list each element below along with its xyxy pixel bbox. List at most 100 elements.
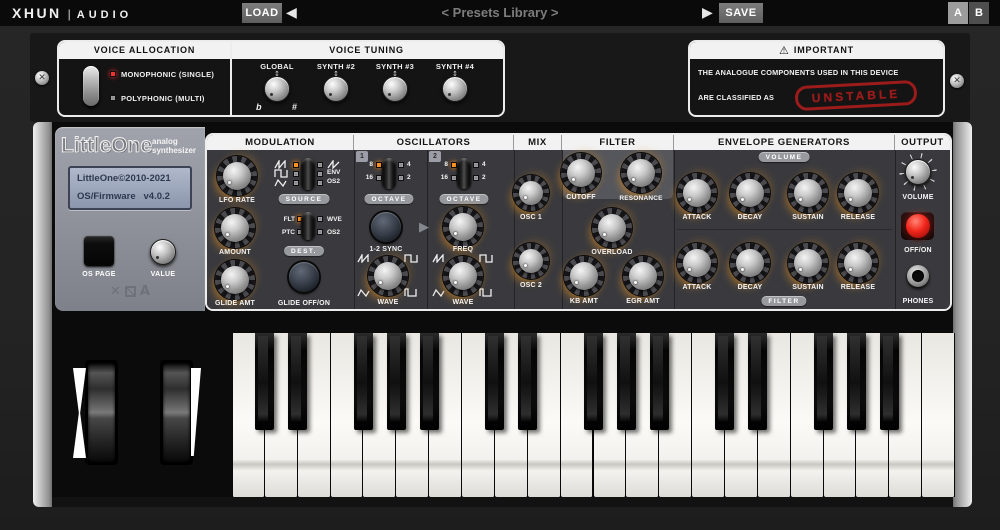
synth4-tune-knob[interactable] — [442, 76, 468, 102]
global-tune-knob[interactable] — [264, 76, 290, 102]
black-key[interactable] — [748, 333, 767, 430]
osc2-wave-knob[interactable] — [443, 256, 483, 296]
glide-onoff-button[interactable] — [289, 262, 319, 292]
lcd-display: LittleOne©2010-2021 OS/Firmware v4.0.2 — [68, 166, 192, 210]
black-key[interactable] — [420, 333, 439, 430]
sync-label: 1-2 SYNC — [369, 246, 402, 253]
preset-title[interactable]: < Presets Library > — [400, 5, 600, 20]
mix-osc1-label: OSC 1 — [520, 214, 542, 221]
compare-b-button[interactable]: B — [969, 2, 989, 24]
osc1-oct8-label: 8 — [359, 161, 373, 168]
black-key[interactable] — [847, 333, 866, 430]
triangle-wave-icon — [273, 178, 289, 187]
plugin-window: XHUN|AUDIO LOAD ◀ < Presets Library > ▶ … — [0, 0, 1000, 530]
square-wave-icon — [273, 169, 289, 178]
prev-preset-icon[interactable]: ◀ — [286, 3, 297, 23]
voice-mode-switch[interactable] — [83, 66, 99, 106]
mix-title: MIX — [514, 135, 562, 150]
mod-source-switch[interactable] — [301, 158, 315, 190]
osc2-wave-label: WAVE — [453, 299, 474, 306]
black-key[interactable] — [518, 333, 537, 430]
value-knob[interactable] — [150, 239, 176, 265]
synth-unit: LittleOne analog synthesizer LittleOne©2… — [33, 122, 972, 507]
mix-osc1-knob[interactable] — [513, 175, 549, 211]
flt-sustain-knob[interactable] — [788, 243, 828, 283]
keyboard — [232, 333, 955, 497]
resonance-knob[interactable] — [621, 153, 661, 193]
mod-amount-knob[interactable] — [215, 208, 255, 248]
cutoff-knob[interactable] — [561, 153, 601, 193]
osc2-oct2-led — [473, 175, 479, 181]
polyphonic-led — [110, 95, 116, 101]
keyboard-shelf — [52, 497, 953, 507]
os-page-button[interactable] — [84, 236, 114, 266]
eg-title: ENVELOPE GENERATORS — [674, 135, 895, 150]
flt-attack-label: ATTACK — [683, 284, 712, 291]
pulse-wave-icon — [479, 288, 493, 297]
white-key[interactable] — [922, 333, 955, 497]
brand-panel: LittleOne analog synthesizer LittleOne©2… — [55, 127, 205, 311]
pitch-wheel[interactable] — [88, 363, 115, 462]
synth2-tune-knob[interactable] — [323, 76, 349, 102]
vol-release-knob[interactable] — [838, 173, 878, 213]
important-line2: ARE CLASSIFIED AS — [698, 93, 774, 102]
black-key[interactable] — [485, 333, 504, 430]
black-key[interactable] — [584, 333, 603, 430]
voice-tuning-title: VOICE TUNING — [230, 42, 503, 59]
monophonic-led — [110, 71, 116, 77]
voice-settings-box: VOICE ALLOCATION VOICE TUNING MONOPHONIC… — [57, 40, 505, 117]
next-preset-icon[interactable]: ▶ — [702, 3, 713, 23]
output-volume-knob[interactable] — [905, 159, 931, 185]
glide-amt-knob[interactable] — [215, 260, 255, 300]
square-wave-icon — [479, 254, 493, 263]
littleone-logo: LittleOne — [61, 134, 152, 158]
osc2-oct16-label: 16 — [430, 174, 448, 181]
overload-knob[interactable] — [592, 208, 632, 248]
mix-osc2-label: OSC 2 — [520, 282, 542, 289]
black-key[interactable] — [387, 333, 406, 430]
saw-wave-icon — [432, 254, 446, 263]
phones-jack[interactable] — [907, 265, 929, 287]
black-key[interactable] — [255, 333, 274, 430]
vol-decay-knob[interactable] — [730, 173, 770, 213]
black-key[interactable] — [650, 333, 669, 430]
osc2-octave-switch[interactable] — [457, 158, 471, 189]
black-key[interactable] — [617, 333, 636, 430]
mix-osc2-knob[interactable] — [513, 243, 549, 279]
black-key[interactable] — [288, 333, 307, 430]
save-button[interactable]: SAVE — [719, 3, 763, 23]
osc2-freq-knob[interactable] — [443, 207, 483, 247]
lfo-rate-knob[interactable] — [217, 156, 257, 196]
flt-release-knob[interactable] — [838, 243, 878, 283]
synth3-tune-knob[interactable] — [382, 76, 408, 102]
monophonic-label: MONOPHONIC (SINGLE) — [121, 70, 214, 79]
warning-icon: ⚠ — [779, 44, 789, 57]
mod-wheel[interactable] — [163, 363, 190, 462]
flt-decay-knob[interactable] — [730, 243, 770, 283]
vol-sustain-knob[interactable] — [788, 173, 828, 213]
glide-amt-label: GLIDE AMT — [215, 300, 255, 307]
mark-x: ✕ — [110, 284, 121, 299]
saw-wave-icon — [273, 160, 289, 169]
flt-attack-knob[interactable] — [677, 243, 717, 283]
load-button[interactable]: LOAD — [242, 3, 282, 23]
box-divider — [230, 42, 232, 115]
egr-amt-knob[interactable] — [623, 256, 663, 296]
sync-button[interactable] — [371, 212, 401, 242]
power-button[interactable] — [906, 214, 930, 238]
vol-attack-knob[interactable] — [677, 173, 717, 213]
mod-dest-switch[interactable] — [301, 212, 315, 240]
black-key[interactable] — [354, 333, 373, 430]
black-key[interactable] — [715, 333, 734, 430]
xhun-audio-logo: XHUN|AUDIO — [12, 5, 132, 23]
osc1-wave-knob[interactable] — [368, 256, 408, 296]
black-key[interactable] — [880, 333, 899, 430]
kb-amt-knob[interactable] — [564, 256, 604, 296]
overload-label: OVERLOAD — [591, 249, 632, 256]
black-key[interactable] — [814, 333, 833, 430]
osc1-octave-switch[interactable] — [382, 158, 396, 189]
control-sections: MODULATION OSCILLATORS MIX FILTER ENVELO… — [205, 133, 952, 311]
eg-filter-badge: FILTER — [761, 296, 806, 306]
compare-a-button[interactable]: A — [948, 2, 968, 24]
lfo-rate-label: LFO RATE — [219, 197, 255, 204]
